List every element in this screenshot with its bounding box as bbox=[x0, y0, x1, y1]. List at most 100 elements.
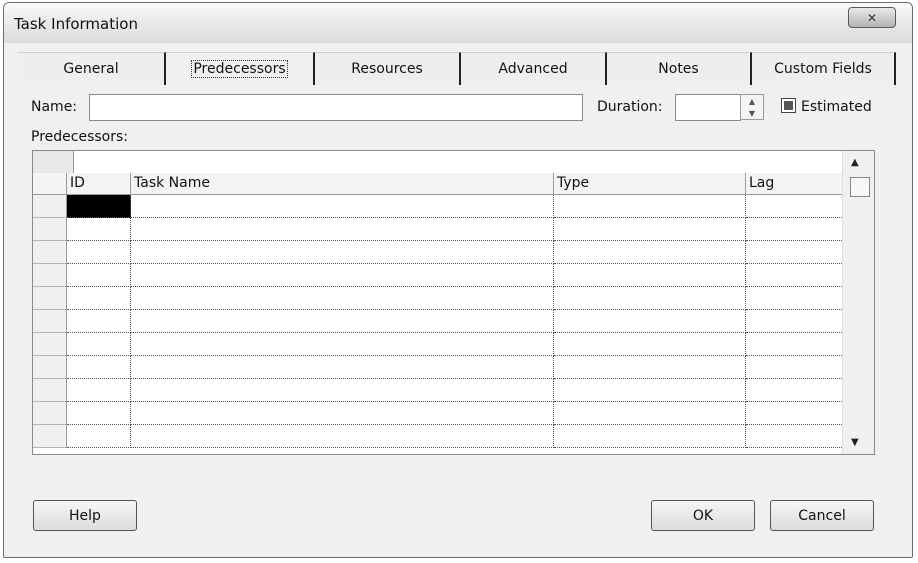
cell-lag[interactable] bbox=[746, 333, 844, 356]
duration-spinner[interactable]: ▲ ▼ bbox=[740, 94, 764, 120]
cell-id[interactable] bbox=[67, 333, 131, 356]
cell-id[interactable] bbox=[67, 356, 131, 379]
cell-task-name[interactable] bbox=[131, 218, 554, 241]
cell-type[interactable] bbox=[554, 402, 746, 425]
row-header[interactable] bbox=[33, 195, 67, 218]
cell-type[interactable] bbox=[554, 425, 746, 448]
cell-task-name[interactable] bbox=[131, 195, 554, 218]
row-header[interactable] bbox=[33, 425, 67, 448]
cell-lag[interactable] bbox=[746, 287, 844, 310]
cell-lag[interactable] bbox=[746, 241, 844, 264]
cell-type[interactable] bbox=[554, 310, 746, 333]
scroll-up-icon[interactable]: ▲ bbox=[851, 157, 859, 168]
row-header[interactable] bbox=[33, 218, 67, 241]
cell-lag[interactable] bbox=[746, 356, 844, 379]
scroll-thumb[interactable] bbox=[850, 177, 870, 197]
tab-label: Resources bbox=[351, 61, 423, 77]
predecessors-grid: ID Task Name Type Lag ▲ ▼ bbox=[32, 150, 875, 455]
row-header[interactable] bbox=[33, 379, 67, 402]
name-input[interactable] bbox=[89, 94, 583, 121]
cell-lag[interactable] bbox=[746, 379, 844, 402]
column-header-id[interactable]: ID bbox=[67, 173, 131, 195]
down-arrow-icon[interactable]: ▼ bbox=[741, 107, 763, 119]
row-header[interactable] bbox=[33, 402, 67, 425]
row-header[interactable] bbox=[33, 310, 67, 333]
cell-lag[interactable] bbox=[746, 425, 844, 448]
cell-task-name[interactable] bbox=[131, 356, 554, 379]
cell-type[interactable] bbox=[554, 218, 746, 241]
cell-id[interactable] bbox=[67, 264, 131, 287]
grid-corner bbox=[33, 151, 74, 173]
tab-label: Custom Fields bbox=[774, 61, 872, 77]
row-header-corner bbox=[33, 173, 67, 195]
ok-button-label: OK bbox=[692, 507, 714, 524]
tab-custom-fields[interactable]: Custom Fields bbox=[752, 52, 896, 85]
cell-id[interactable] bbox=[67, 287, 131, 310]
tab-label: Advanced bbox=[498, 61, 568, 77]
row-header[interactable] bbox=[33, 241, 67, 264]
cell-lag[interactable] bbox=[746, 310, 844, 333]
cell-id[interactable] bbox=[67, 310, 131, 333]
cell-task-name[interactable] bbox=[131, 241, 554, 264]
grid-edit-bar[interactable] bbox=[33, 151, 843, 174]
column-header-type[interactable]: Type bbox=[554, 173, 746, 195]
tab-predecessors[interactable]: Predecessors bbox=[166, 52, 315, 85]
close-button[interactable]: ✕ bbox=[848, 7, 896, 28]
cell-id[interactable] bbox=[67, 425, 131, 448]
cancel-button[interactable]: Cancel bbox=[770, 500, 874, 531]
cell-type[interactable] bbox=[554, 195, 746, 218]
cancel-button-label: Cancel bbox=[798, 507, 846, 524]
estimated-checkbox[interactable] bbox=[781, 98, 796, 113]
column-header-lag[interactable]: Lag bbox=[746, 173, 844, 195]
cell-task-name[interactable] bbox=[131, 402, 554, 425]
cell-task-name[interactable] bbox=[131, 425, 554, 448]
cell-id[interactable] bbox=[67, 218, 131, 241]
tab-notes[interactable]: Notes bbox=[607, 52, 752, 85]
row-header[interactable] bbox=[33, 264, 67, 287]
ok-button[interactable]: OK bbox=[651, 500, 755, 531]
cell-task-name[interactable] bbox=[131, 264, 554, 287]
scroll-down-icon[interactable]: ▼ bbox=[851, 437, 859, 448]
tab-strip: General Predecessors Resources Advanced … bbox=[18, 52, 896, 85]
cell-type[interactable] bbox=[554, 379, 746, 402]
cell-type[interactable] bbox=[554, 287, 746, 310]
tab-resources[interactable]: Resources bbox=[315, 52, 461, 85]
up-arrow-icon[interactable]: ▲ bbox=[741, 95, 763, 107]
cell-lag[interactable] bbox=[746, 218, 844, 241]
cell-task-name[interactable] bbox=[131, 379, 554, 402]
cell-lag[interactable] bbox=[746, 402, 844, 425]
estimated-label: Estimated bbox=[801, 99, 872, 115]
tab-label: Predecessors bbox=[191, 60, 288, 78]
cell-id[interactable] bbox=[67, 241, 131, 264]
cell-type[interactable] bbox=[554, 264, 746, 287]
tab-label: Notes bbox=[658, 61, 699, 77]
cell-id[interactable] bbox=[67, 402, 131, 425]
grid-vertical-scrollbar[interactable]: ▲ ▼ bbox=[842, 151, 874, 454]
row-header[interactable] bbox=[33, 333, 67, 356]
duration-input[interactable] bbox=[675, 94, 741, 121]
cell-task-name[interactable] bbox=[131, 310, 554, 333]
cell-task-name[interactable] bbox=[131, 287, 554, 310]
tab-advanced[interactable]: Advanced bbox=[461, 52, 607, 85]
predecessors-label: Predecessors: bbox=[31, 129, 128, 145]
tab-label: General bbox=[63, 61, 119, 77]
dialog-title: Task Information bbox=[14, 15, 138, 33]
tab-general[interactable]: General bbox=[18, 52, 166, 85]
cell-type[interactable] bbox=[554, 241, 746, 264]
name-label: Name: bbox=[31, 99, 78, 115]
cell-lag[interactable] bbox=[746, 195, 844, 218]
cell-id[interactable] bbox=[67, 379, 131, 402]
cell-task-name[interactable] bbox=[131, 333, 554, 356]
cell-type[interactable] bbox=[554, 356, 746, 379]
title-bar: Task Information ✕ bbox=[4, 3, 912, 43]
row-header[interactable] bbox=[33, 356, 67, 379]
cell-lag[interactable] bbox=[746, 264, 844, 287]
row-header[interactable] bbox=[33, 287, 67, 310]
duration-label: Duration: bbox=[597, 99, 663, 115]
help-button[interactable]: Help bbox=[33, 500, 137, 531]
column-header-task-name[interactable]: Task Name bbox=[131, 173, 554, 195]
cell-id[interactable] bbox=[67, 195, 131, 218]
close-icon: ✕ bbox=[866, 10, 878, 25]
cell-type[interactable] bbox=[554, 333, 746, 356]
help-button-label: Help bbox=[69, 507, 101, 524]
